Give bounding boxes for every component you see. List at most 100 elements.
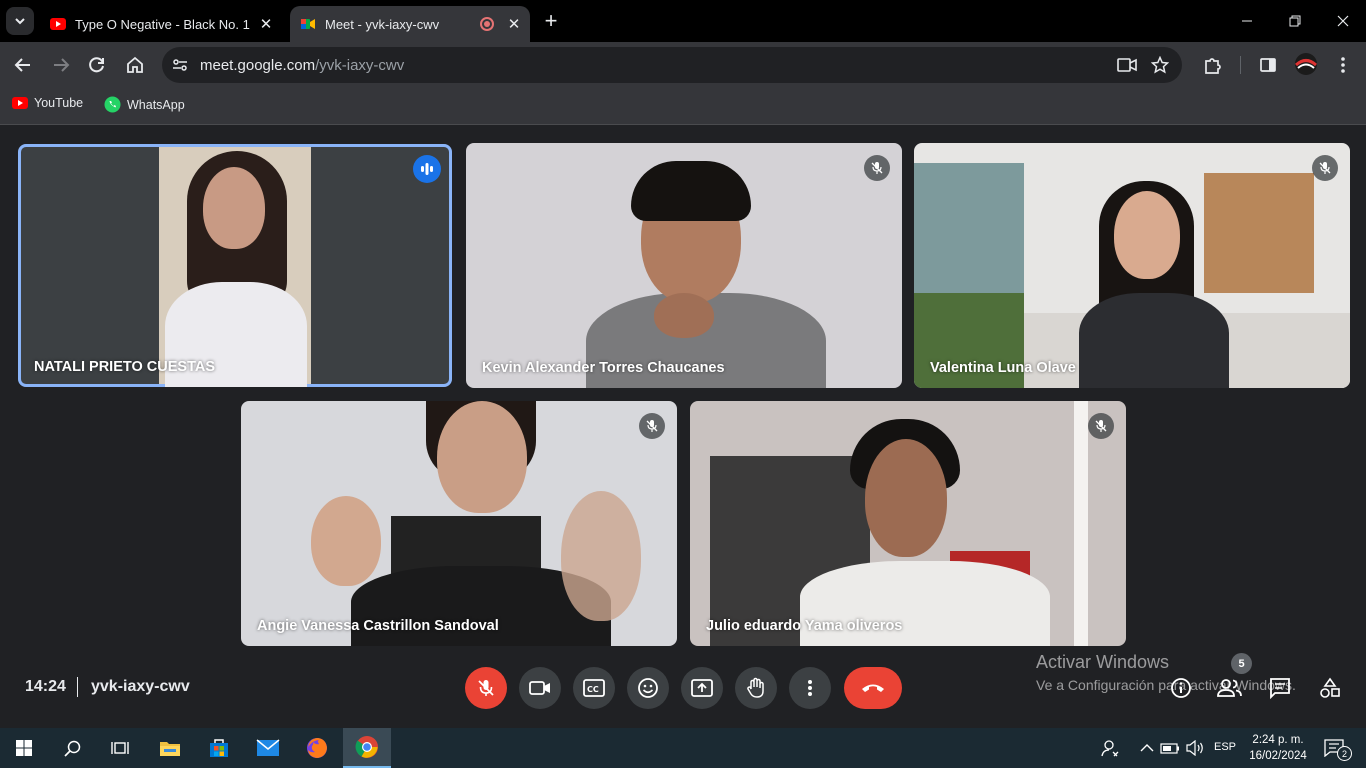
restore-icon	[1289, 15, 1301, 27]
participant-name: Valentina Luna Olave	[930, 360, 1076, 376]
bookmark-label: WhatsApp	[127, 97, 185, 112]
audio-bars-icon	[421, 163, 433, 175]
input-language[interactable]: ESP	[1214, 741, 1236, 753]
meeting-details-button[interactable]	[1168, 675, 1194, 701]
toggle-camera-button[interactable]	[519, 667, 561, 709]
more-options-button[interactable]	[789, 667, 831, 709]
bookmark-label: YouTube	[34, 96, 84, 110]
whatsapp-icon	[104, 96, 121, 113]
battery-icon	[1160, 743, 1179, 754]
show-hidden-icons-button[interactable]	[1137, 738, 1157, 758]
mic-off-icon	[478, 680, 494, 696]
start-button[interactable]	[0, 728, 48, 768]
taskbar-chrome[interactable]	[343, 728, 391, 768]
reload-button[interactable]	[86, 54, 108, 76]
participant-tile[interactable]: NATALI PRIETO CUESTAS	[18, 144, 452, 387]
folder-icon	[160, 742, 180, 756]
participant-tile[interactable]: Julio eduardo Yama oliveros	[690, 401, 1126, 646]
home-button[interactable]	[124, 54, 146, 76]
participant-tile[interactable]: Valentina Luna Olave	[914, 143, 1350, 388]
youtube-icon	[50, 18, 66, 30]
minimize-button[interactable]	[1236, 10, 1258, 32]
camera-in-use-icon[interactable]	[1117, 57, 1137, 73]
present-screen-button[interactable]	[681, 667, 723, 709]
home-icon	[127, 56, 143, 73]
site-settings-icon[interactable]	[172, 57, 188, 73]
participant-tile[interactable]: Kevin Alexander Torres Chaucanes	[466, 143, 902, 388]
chevron-up-icon	[1140, 744, 1154, 752]
chrome-menu-button[interactable]	[1332, 54, 1354, 76]
profile-avatar[interactable]	[1294, 52, 1318, 76]
volume-button[interactable]	[1185, 738, 1205, 758]
url-domain: meet.google.com	[200, 57, 316, 74]
notification-count-badge: 2	[1337, 746, 1352, 761]
system-clock[interactable]: 2:24 p. m. 16/02/2024	[1246, 732, 1310, 764]
bookmarks-bar: YouTube WhatsApp	[0, 88, 1366, 125]
chrome-icon	[355, 736, 378, 758]
task-view-button[interactable]	[96, 728, 144, 768]
side-panel-button[interactable]	[1257, 54, 1279, 76]
meeting-code: yvk-iaxy-cwv	[91, 678, 190, 695]
bookmark-whatsapp[interactable]: WhatsApp	[104, 96, 185, 113]
bookmark-youtube[interactable]: YouTube	[12, 96, 83, 110]
mic-off-icon	[1319, 162, 1331, 174]
mic-off-icon	[646, 420, 658, 432]
new-tab-button[interactable]: +	[540, 10, 562, 33]
captions-icon: CC	[583, 679, 605, 697]
tab-strip: Type O Negative - Black No. 1 / ✕ Meet -…	[0, 0, 1366, 42]
activation-watermark-title: Activar Windows	[1036, 652, 1170, 672]
muted-indicator	[1312, 155, 1338, 181]
meet-icon	[301, 19, 315, 29]
forward-arrow-icon	[54, 58, 70, 72]
restore-button[interactable]	[1284, 10, 1306, 32]
end-call-button[interactable]	[844, 667, 902, 709]
toggle-mic-button[interactable]	[465, 667, 507, 709]
close-window-button[interactable]	[1332, 10, 1354, 32]
people-tray-button[interactable]	[1100, 738, 1120, 758]
taskbar-firefox[interactable]	[293, 728, 341, 768]
bookmark-star-icon[interactable]	[1151, 56, 1169, 74]
raise-hand-icon	[747, 677, 764, 698]
meet-stage: NATALI PRIETO CUESTAS Kevin Alexander To…	[0, 126, 1366, 728]
reactions-button[interactable]	[627, 667, 669, 709]
muted-indicator	[1088, 413, 1114, 439]
mic-off-icon	[871, 162, 883, 174]
windows-logo-icon	[16, 740, 32, 756]
toolbar-divider	[1240, 56, 1241, 74]
battery-button[interactable]	[1160, 738, 1180, 758]
people-button[interactable]	[1217, 675, 1243, 701]
back-button[interactable]	[12, 54, 34, 76]
tab-meet[interactable]: Meet - yvk-iaxy-cwv ✕	[290, 6, 530, 42]
taskbar-search-button[interactable]	[48, 728, 96, 768]
extensions-button[interactable]	[1202, 54, 1224, 76]
youtube-icon	[12, 97, 28, 109]
browser-toolbar: meet.google.com/yvk-iaxy-cwv	[0, 42, 1366, 88]
taskbar-file-explorer[interactable]	[146, 728, 194, 768]
forward-button[interactable]	[50, 54, 72, 76]
person-tray-icon	[1101, 740, 1119, 757]
close-icon[interactable]: ✕	[506, 16, 522, 33]
participant-tile[interactable]: Angie Vanessa Castrillon Sandoval	[241, 401, 677, 646]
activities-button[interactable]	[1317, 675, 1343, 701]
clock-date: 16/02/2024	[1249, 750, 1307, 762]
muted-indicator	[864, 155, 890, 181]
activation-watermark-text: Ve a Configuración para activar Windows.	[1036, 677, 1296, 693]
captions-button[interactable]: CC	[573, 667, 615, 709]
taskbar-mail[interactable]	[244, 728, 292, 768]
address-bar[interactable]: meet.google.com/yvk-iaxy-cwv	[162, 47, 1182, 83]
url-path: /yvk-iaxy-cwv	[315, 57, 405, 74]
close-icon[interactable]: ✕	[258, 16, 274, 33]
chat-button[interactable]	[1267, 675, 1293, 701]
taskbar-microsoft-store[interactable]	[195, 728, 243, 768]
end-call-icon	[862, 684, 884, 692]
more-vertical-icon	[1341, 57, 1345, 73]
url-text[interactable]: meet.google.com/yvk-iaxy-cwv	[200, 57, 404, 74]
raise-hand-button[interactable]	[735, 667, 777, 709]
volume-icon	[1186, 740, 1203, 756]
tab-youtube[interactable]: Type O Negative - Black No. 1 / ✕	[40, 6, 282, 42]
side-panel-icon	[1260, 58, 1276, 72]
tab-title: Type O Negative - Black No. 1 /	[75, 16, 250, 32]
mic-off-icon	[1095, 420, 1107, 432]
tab-search-button[interactable]	[6, 7, 34, 35]
people-count-badge: 5	[1231, 653, 1252, 674]
